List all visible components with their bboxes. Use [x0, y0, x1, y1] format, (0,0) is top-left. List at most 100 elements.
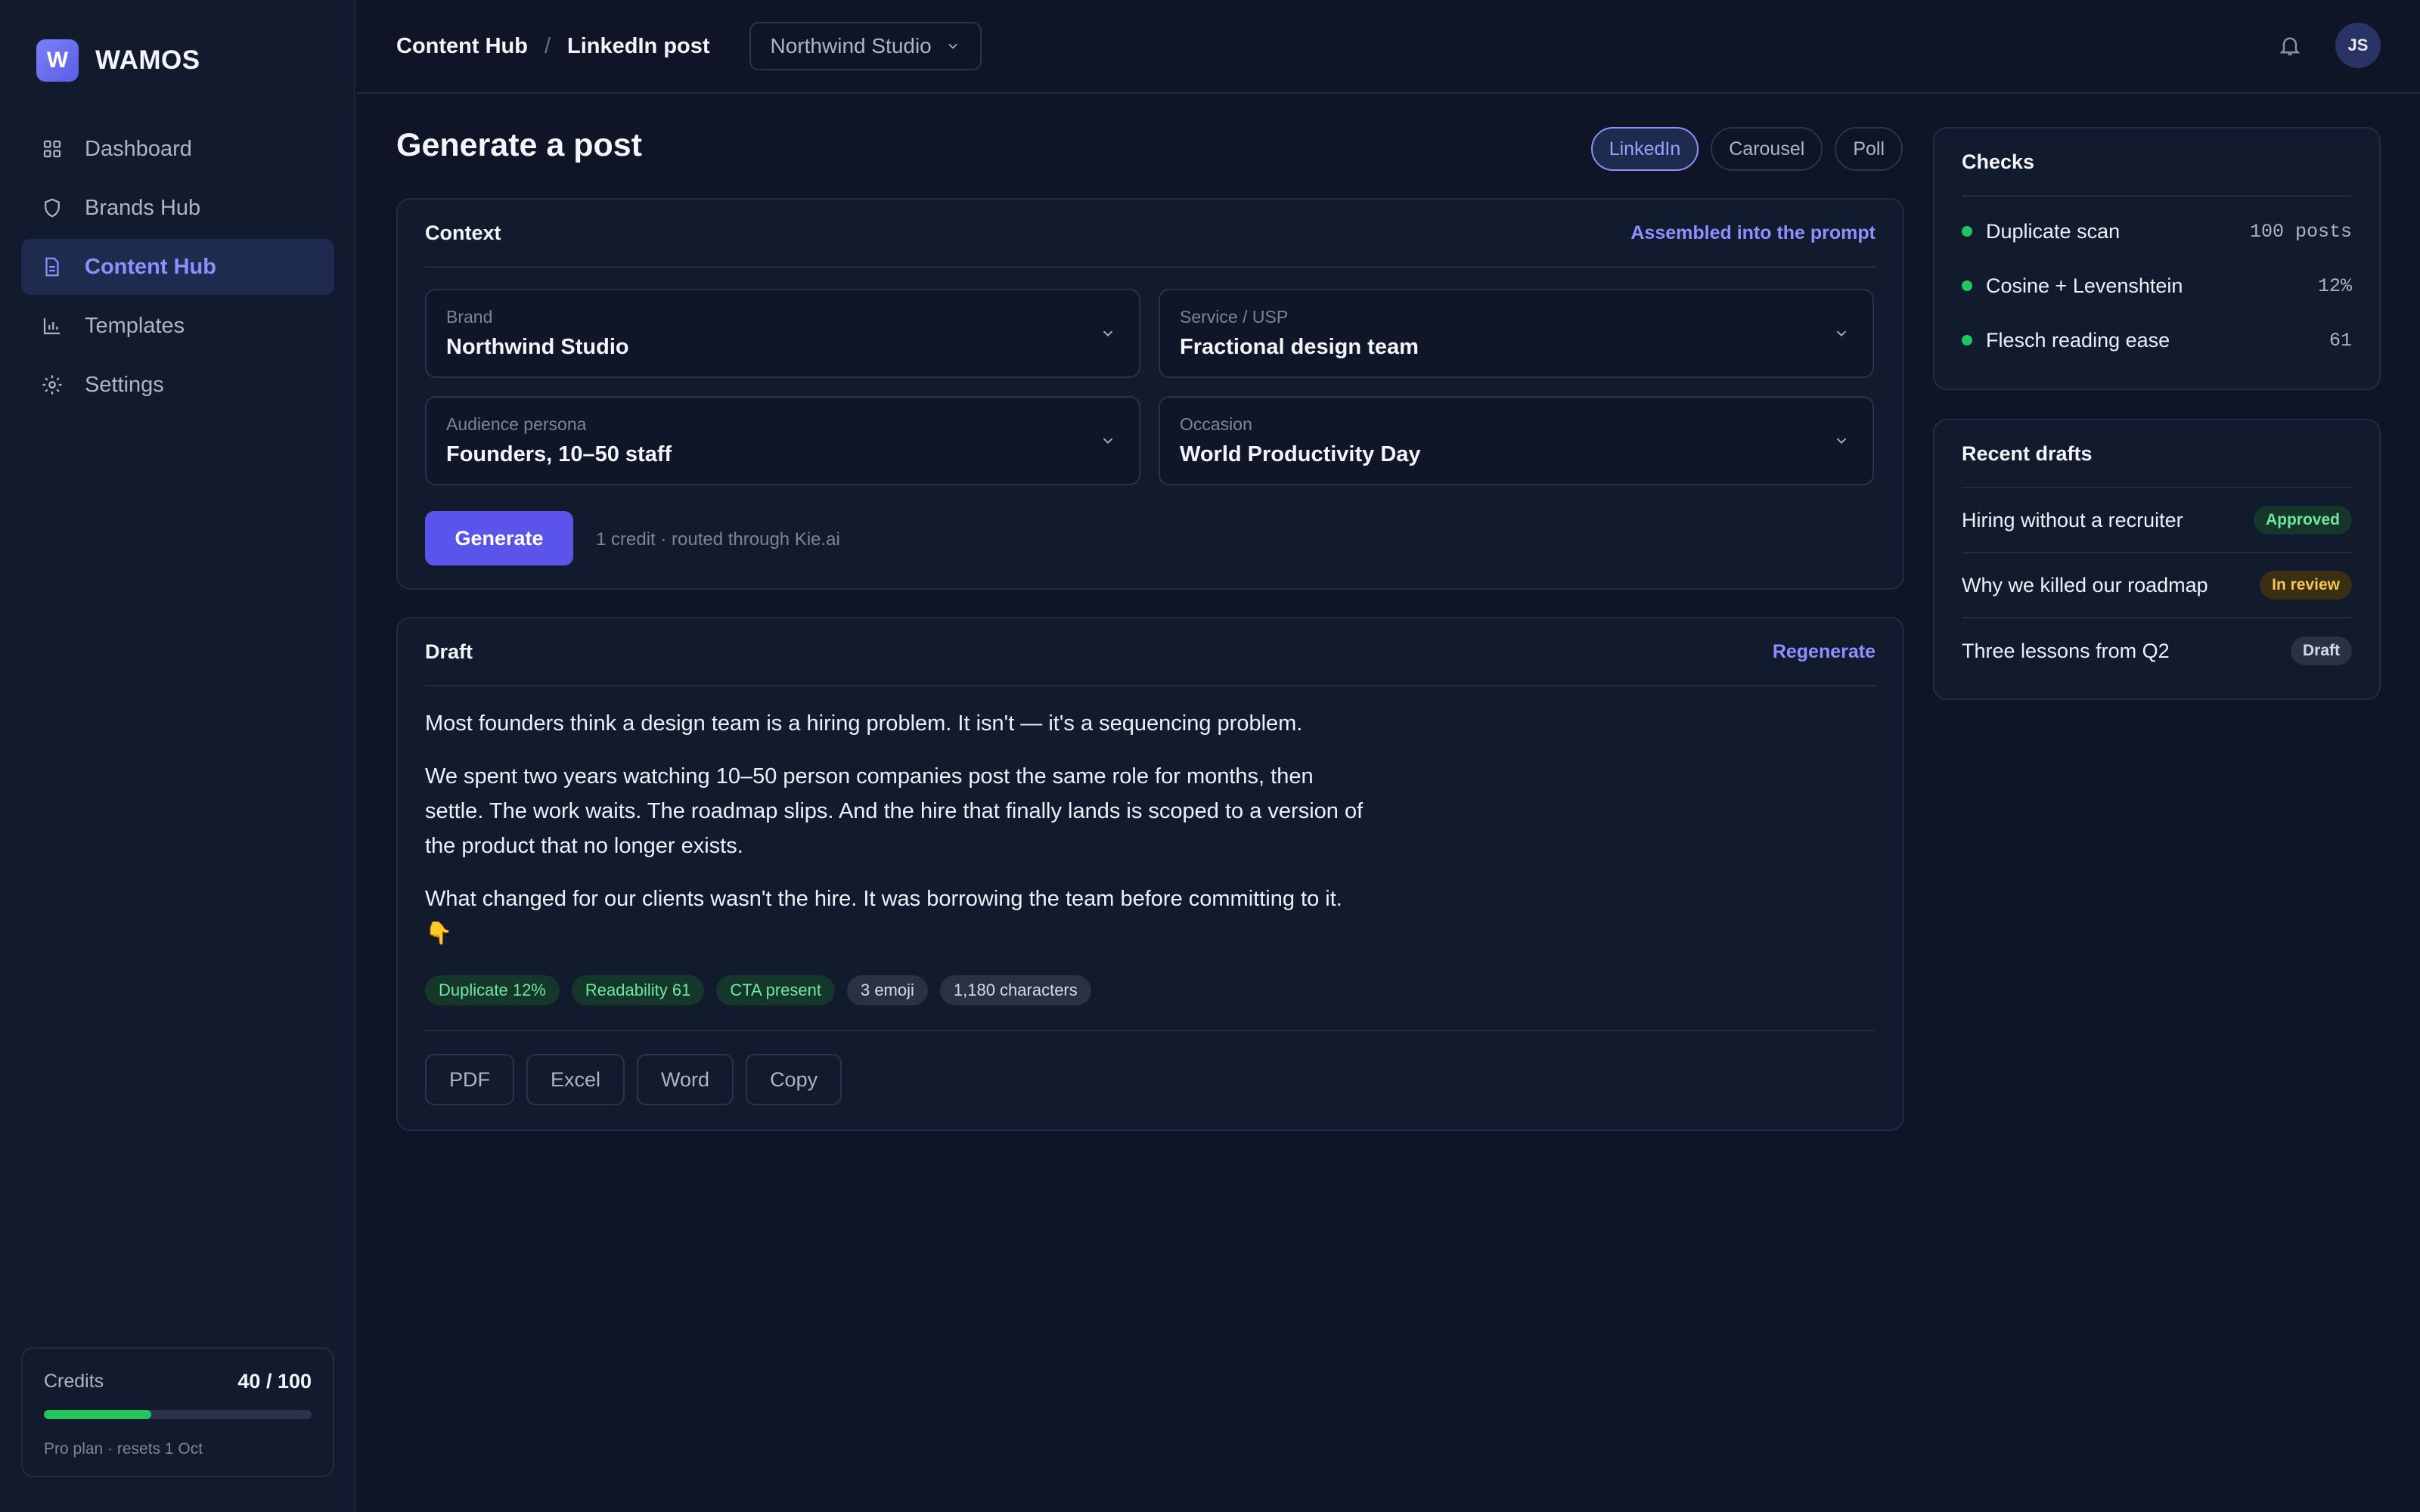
draft-paragraph: What changed for our clients wasn't the …: [425, 887, 1342, 946]
org-select-value: Northwind Studio: [770, 34, 932, 57]
field-label: Audience persona: [446, 414, 587, 434]
topbar: Content Hub / LinkedIn post Northwind St…: [357, 0, 2420, 94]
credits-label: Credits: [44, 1371, 104, 1392]
draft-card: Draft Regenerate Most founders think a d…: [396, 617, 1904, 1131]
recent-draft-item[interactable]: Why we killed our roadmap In review: [1962, 553, 2352, 618]
status-badge: In review: [2260, 571, 2352, 600]
regenerate-link[interactable]: Regenerate: [1773, 641, 1876, 663]
field-value: Founders, 10–50 staff: [446, 442, 672, 466]
chip-cta: CTA present: [716, 975, 835, 1005]
grid-icon: [39, 136, 65, 162]
bell-icon[interactable]: [2275, 30, 2305, 60]
brand[interactable]: W WAMOS: [36, 39, 200, 82]
sidebar-nav: Dashboard Brands Hub Content Hub Templat…: [21, 121, 334, 416]
recent-draft-item[interactable]: Hiring without a recruiter Approved: [1962, 488, 2352, 553]
occasion-select[interactable]: Occasion World Productivity Day: [1159, 396, 1874, 485]
sidebar-item-label: Settings: [85, 372, 164, 397]
assembled-prompt-link[interactable]: Assembled into the prompt: [1630, 222, 1876, 244]
chip-characters: 1,180 characters: [939, 975, 1091, 1005]
check-label: Cosine + Levenshtein: [1986, 274, 2183, 297]
sidebar-item-dashboard[interactable]: Dashboard: [21, 121, 334, 177]
check-row: Flesch reading ease 61: [1962, 325, 2352, 355]
chip-emoji: 3 emoji: [846, 975, 928, 1005]
credits-value: 40 / 100: [237, 1370, 312, 1393]
service-usp-select[interactable]: Service / USP Fractional design team: [1159, 289, 1874, 378]
credits-progress-bar: [44, 1410, 312, 1419]
breadcrumb-separator: /: [544, 33, 551, 58]
export-excel-button[interactable]: Excel: [526, 1054, 625, 1105]
brand-select[interactable]: Brand Northwind Studio: [425, 289, 1140, 378]
check-value: 100 posts: [2249, 220, 2352, 243]
checks-title: Checks: [1962, 150, 2035, 173]
check-value: 61: [2328, 329, 2352, 352]
field-label: Occasion: [1180, 414, 1252, 434]
recent-draft-title: Hiring without a recruiter: [1962, 508, 2183, 531]
draft-paragraph: We spent two years watching 10–50 person…: [425, 764, 1364, 858]
gear-icon: [39, 372, 65, 398]
recent-drafts-card: Recent drafts Hiring without a recruiter…: [1933, 419, 2381, 700]
draft-text[interactable]: Most founders think a design team is a h…: [425, 706, 1370, 969]
field-value: Fractional design team: [1180, 335, 1419, 359]
field-value: World Productivity Day: [1180, 442, 1421, 466]
audience-persona-select[interactable]: Audience persona Founders, 10–50 staff: [425, 396, 1140, 485]
plan-info: Pro plan · resets 1 Oct: [44, 1440, 203, 1458]
sidebar-item-label: Dashboard: [85, 136, 192, 161]
export-actions: PDF Excel Word Copy: [425, 1054, 854, 1105]
sidebar-item-content-hub[interactable]: Content Hub: [21, 239, 334, 295]
sidebar-item-label: Brands Hub: [85, 195, 201, 220]
chevron-down-icon: [948, 43, 957, 49]
sidebar-item-brands-hub[interactable]: Brands Hub: [21, 180, 334, 236]
tab-carousel[interactable]: Carousel: [1711, 127, 1823, 171]
chevron-down-icon: [1836, 330, 1847, 337]
check-row: Cosine + Levenshtein 12%: [1962, 271, 2352, 301]
chip-readability: Readability 61: [571, 975, 705, 1005]
export-word-button[interactable]: Word: [637, 1054, 734, 1105]
sidebar-item-label: Templates: [85, 313, 185, 338]
credits-panel: Credits 40 / 100 Pro plan · resets 1 Oct: [21, 1347, 334, 1477]
divider: [425, 1030, 1876, 1031]
brand-name: WAMOS: [95, 45, 200, 75]
context-title: Context: [425, 221, 501, 244]
brand-logo: W: [36, 39, 79, 82]
post-type-tabs: LinkedIn Carousel Poll: [1579, 127, 1903, 171]
chevron-down-icon: [1103, 330, 1113, 337]
sidebar-item-settings[interactable]: Settings: [21, 357, 334, 413]
field-label: Brand: [446, 307, 493, 327]
sidebar-item-templates[interactable]: Templates: [21, 298, 334, 354]
tab-poll[interactable]: Poll: [1835, 127, 1903, 171]
shield-icon: [39, 195, 65, 221]
sidebar-item-label: Content Hub: [85, 254, 216, 279]
chevron-down-icon: [1103, 438, 1113, 445]
tab-linkedin[interactable]: LinkedIn: [1590, 127, 1699, 171]
status-dot: [1962, 280, 1972, 291]
recent-draft-item[interactable]: Three lessons from Q2 Draft: [1962, 618, 2352, 683]
export-pdf-button[interactable]: PDF: [425, 1054, 514, 1105]
status-dot: [1962, 226, 1972, 237]
context-card: Context Assembled into the prompt Brand …: [396, 198, 1904, 590]
field-value: Northwind Studio: [446, 335, 629, 359]
chip-duplicate: Duplicate 12%: [425, 975, 560, 1005]
recent-draft-title: Why we killed our roadmap: [1962, 573, 2208, 596]
sidebar: W WAMOS Dashboard Brands Hub Content Hub: [0, 0, 355, 1512]
draft-metric-chips: Duplicate 12% Readability 61 CTA present…: [425, 975, 1103, 1005]
check-row: Duplicate scan 100 posts: [1962, 216, 2352, 246]
breadcrumb-linkedin-post: LinkedIn post: [567, 33, 710, 58]
org-select[interactable]: Northwind Studio: [749, 22, 982, 70]
bar-chart-icon: [39, 313, 65, 339]
recent-drafts-title: Recent drafts: [1962, 442, 2093, 465]
page-title: Generate a post: [396, 127, 642, 163]
check-label: Flesch reading ease: [1986, 328, 2170, 352]
status-badge: Draft: [2290, 637, 2352, 665]
check-label: Duplicate scan: [1986, 219, 2121, 243]
field-label: Service / USP: [1180, 307, 1289, 327]
generate-button[interactable]: Generate: [425, 511, 573, 565]
breadcrumb-content-hub[interactable]: Content Hub: [396, 34, 528, 59]
draft-title: Draft: [425, 640, 473, 663]
draft-paragraph: Most founders think a design team is a h…: [425, 711, 1303, 736]
avatar[interactable]: JS: [2335, 23, 2381, 68]
copy-button[interactable]: Copy: [746, 1054, 842, 1105]
checks-card: Checks Duplicate scan 100 posts Cosine +…: [1933, 127, 2381, 390]
document-icon: [39, 254, 65, 280]
check-value: 12%: [2317, 274, 2352, 297]
recent-draft-title: Three lessons from Q2: [1962, 639, 2170, 662]
